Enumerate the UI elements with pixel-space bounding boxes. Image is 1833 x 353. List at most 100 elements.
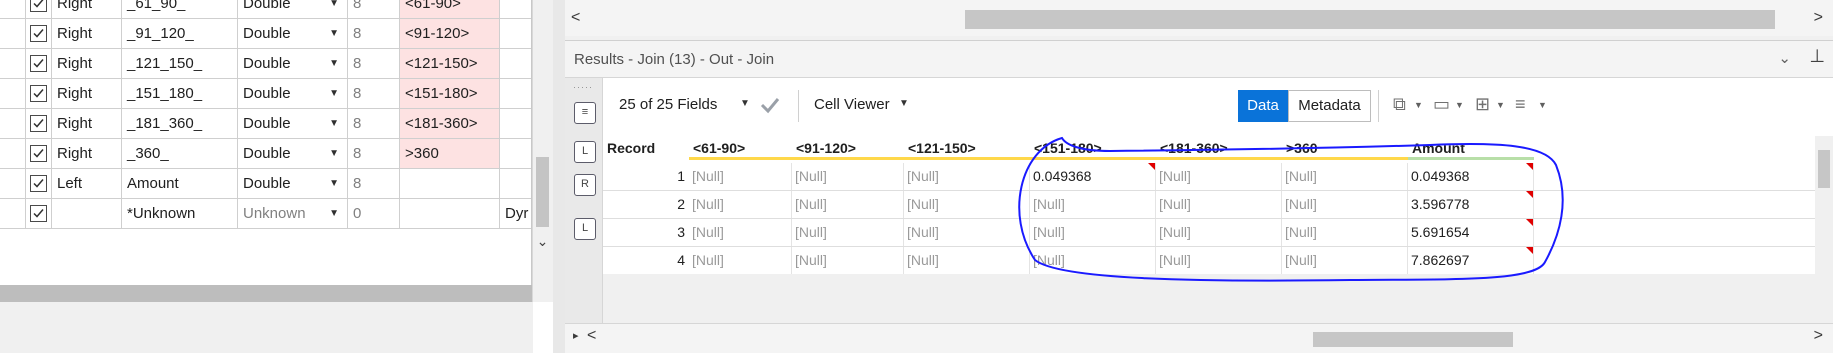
size-cell[interactable]: 8 [348,109,400,138]
type-select[interactable]: Double ▼ [238,139,348,168]
table-cell[interactable]: [Null] [904,247,1030,274]
row-checkbox[interactable] [26,139,52,168]
size-cell[interactable]: 8 [348,79,400,108]
table-cell[interactable]: [Null] [689,163,792,190]
all-anchors-icon[interactable]: ≡ [574,102,596,124]
fields-dropdown[interactable]: 25 of 25 Fields [619,96,717,113]
metadata-view-button[interactable]: Metadata [1288,90,1371,122]
table-cell[interactable]: 0.049368 [1408,163,1534,190]
column-header[interactable]: <151-180> [1030,136,1156,160]
copy-icon[interactable]: ⧉ [1393,94,1406,115]
anchor-l-output-button[interactable]: L [574,218,596,240]
config-grid-horizontal-scrollbar[interactable] [0,285,532,302]
rename-cell[interactable]: >360 [400,139,500,168]
canvas-scroll-thumb[interactable] [965,10,1775,29]
dropdown-arrow-icon[interactable]: ▼ [329,49,339,78]
table-cell[interactable]: [Null] [792,163,904,190]
config-row[interactable]: Right _151_180_ Double ▼ 8 <151-180> [0,79,531,109]
config-grid-scroll-thumb[interactable] [536,157,549,227]
size-cell[interactable]: 8 [348,169,400,198]
table-cell[interactable]: 5.691654 [1408,219,1534,246]
type-select[interactable]: Double ▼ [238,79,348,108]
size-cell[interactable]: 8 [348,0,400,18]
description-cell[interactable] [500,169,531,198]
checkbox-checked-icon[interactable] [30,115,47,132]
table-cell[interactable]: [Null] [1156,219,1282,246]
checkbox-checked-icon[interactable] [30,85,47,102]
results-scroll-thumb[interactable] [1313,332,1513,347]
type-select[interactable]: Double ▼ [238,109,348,138]
table-cell[interactable]: [Null] [1156,163,1282,190]
results-horizontal-scrollbar[interactable]: ▸ < > [565,323,1833,353]
description-cell[interactable] [500,0,531,18]
type-select[interactable]: Double ▼ [238,169,348,198]
table-cell[interactable]: [Null] [1030,191,1156,218]
table-cell[interactable]: [Null] [904,219,1030,246]
rename-cell[interactable]: <121-150> [400,49,500,78]
rename-cell[interactable]: <151-180> [400,79,500,108]
scroll-left-icon[interactable]: < [571,9,580,27]
table-cell[interactable]: [Null] [689,247,792,274]
type-select[interactable]: Double ▼ [238,0,348,18]
table-cell[interactable]: [Null] [1282,163,1408,190]
config-row-partial[interactable]: Right _61_90_ Double ▼ 8 <61-90> [0,0,531,19]
dropdown-arrow-icon[interactable]: ▼ [740,98,750,109]
description-cell[interactable] [500,139,531,168]
canvas-horizontal-scrollbar[interactable]: < > [565,0,1833,36]
column-header[interactable]: Amount [1408,136,1534,160]
config-row[interactable]: *Unknown Unknown ▼ 0 Dyr [0,199,531,229]
checkbox-checked-icon[interactable] [30,175,47,192]
config-grid-vertical-scrollbar[interactable] [532,0,553,302]
description-cell[interactable] [500,49,531,78]
scroll-left-icon[interactable]: < [587,327,596,345]
config-row[interactable]: Right _181_360_ Double ▼ 8 <181-360> [0,109,531,139]
table-cell[interactable]: [Null] [792,247,904,274]
size-cell[interactable]: 8 [348,139,400,168]
scroll-down-icon[interactable]: ⌄ [532,230,553,252]
table-cell[interactable]: [Null] [792,219,904,246]
config-row[interactable]: Left Amount Double ▼ 8 [0,169,531,199]
table-cell[interactable]: [Null] [1156,191,1282,218]
anchor-l-button[interactable]: L [574,141,596,163]
anchor-r-button[interactable]: R [574,174,596,196]
type-select[interactable]: Unknown ▼ [238,199,348,228]
checkbox-checked-icon[interactable] [30,145,47,162]
pane-divider[interactable] [553,0,565,353]
dropdown-arrow-icon[interactable]: ▼ [329,79,339,108]
column-header[interactable]: <91-120> [792,136,904,160]
size-cell[interactable]: 8 [348,19,400,48]
play-icon[interactable]: ▸ [573,329,579,342]
table-cell[interactable]: [Null] [1282,191,1408,218]
dropdown-arrow-icon[interactable]: ▼ [1496,100,1505,110]
menu-icon[interactable]: ≡ [1515,94,1526,115]
type-select[interactable]: Double ▼ [238,19,348,48]
dropdown-arrow-icon[interactable]: ▼ [899,98,909,109]
config-row[interactable]: Right _121_150_ Double ▼ 8 <121-150> [0,49,531,79]
table-cell[interactable]: [Null] [792,191,904,218]
table-cell[interactable]: [Null] [904,191,1030,218]
description-cell[interactable] [500,19,531,48]
scroll-right-icon[interactable]: > [1814,9,1823,27]
dropdown-arrow-icon[interactable]: ▼ [329,139,339,168]
table-cell[interactable]: [Null] [1030,219,1156,246]
table-row[interactable]: 1 [Null] [Null] [Null] 0.049368 [Null] [Null] 0… [603,163,1815,191]
row-checkbox[interactable] [26,49,52,78]
table-cell[interactable]: 7.862697 [1408,247,1534,274]
checkmark-icon[interactable] [759,94,781,116]
rename-cell[interactable] [400,199,500,228]
rename-cell[interactable] [400,169,500,198]
row-checkbox[interactable] [26,0,52,18]
rename-cell[interactable]: <181-360> [400,109,500,138]
table-cell[interactable]: [Null] [689,219,792,246]
row-checkbox[interactable] [26,199,52,228]
dropdown-arrow-icon[interactable]: ▼ [1455,100,1464,110]
config-row[interactable]: Right _91_120_ Double ▼ 8 <91-120> [0,19,531,49]
checkbox-checked-icon[interactable] [30,25,47,42]
row-checkbox[interactable] [26,169,52,198]
row-checkbox[interactable] [26,19,52,48]
row-checkbox[interactable] [26,79,52,108]
table-row[interactable]: 2 [Null] [Null] [Null] [Null] [Null] [Null] 3.5… [603,191,1815,219]
checkbox-checked-icon[interactable] [30,55,47,72]
config-row[interactable]: Right _360_ Double ▼ 8 >360 [0,139,531,169]
results-scroll-thumb[interactable] [1818,150,1830,188]
